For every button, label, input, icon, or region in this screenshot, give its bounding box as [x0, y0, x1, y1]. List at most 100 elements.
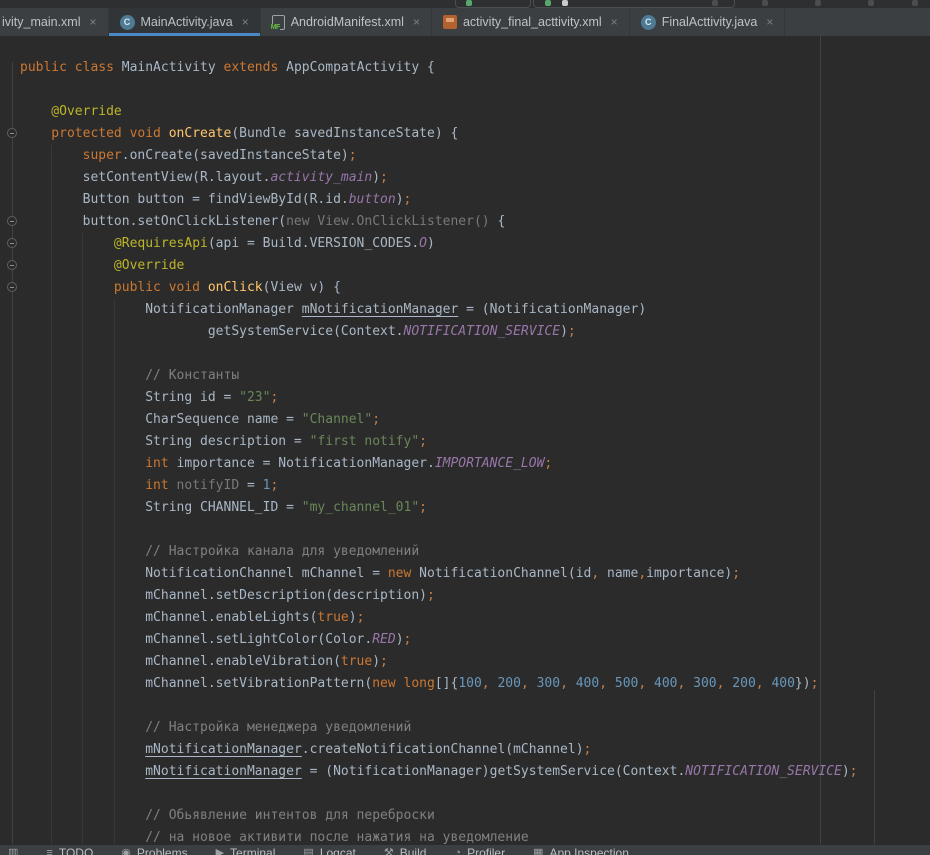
code-token-num: 400: [654, 676, 677, 691]
tab-close-icon[interactable]: ×: [611, 16, 618, 28]
tab-close-icon[interactable]: ×: [242, 16, 249, 28]
code-token-txt: name: [599, 566, 638, 581]
code-token-num: 200: [732, 676, 755, 691]
code-editor[interactable]: public class MainActivity extends AppCom…: [0, 36, 930, 844]
code-token-txt: getSystemService(Context.: [20, 324, 404, 339]
code-token-punc: ;: [419, 500, 427, 515]
tab-label: FinalActtivity.java: [662, 15, 758, 29]
tab-mainactivity-java[interactable]: CMainActivity.java×: [109, 8, 261, 36]
layout-xml-file-icon: [443, 15, 457, 29]
code-line: mChannel.setVibrationPattern(new long[]{…: [20, 673, 858, 695]
code-line: NotificationManager mNotificationManager…: [20, 299, 858, 321]
toolwindow-button-problems[interactable]: ◉Problems: [121, 847, 187, 855]
code-line: String description = "first notify";: [20, 431, 858, 453]
toolwindow-button-profiler[interactable]: ◔Profiler: [454, 847, 505, 855]
java-class-icon: C: [641, 15, 656, 30]
code-token-txt: ): [396, 192, 404, 207]
toolbar-button-icon[interactable]: [815, 0, 821, 6]
code-token-punc: ,: [482, 676, 498, 691]
debug-icon[interactable]: [545, 0, 551, 6]
tab-close-icon[interactable]: ×: [413, 16, 420, 28]
tab-activity-final-acttivity-xml[interactable]: activity_final_acttivity.xml ×: [432, 8, 630, 36]
code-line: @Override: [20, 255, 858, 277]
code-line: button.setOnClickListener(new View.OnCli…: [20, 211, 858, 233]
code-token-cmt: // Настройка менеджера уведомлений: [20, 720, 411, 735]
code-line: mChannel.enableLights(true);: [20, 607, 858, 629]
code-token-txt: CharSequence name =: [20, 412, 302, 427]
code-token-punc: ;: [372, 412, 380, 427]
code-token-cmt: // на новое активити после нажатия на ув…: [20, 830, 529, 844]
stop-icon[interactable]: [562, 0, 568, 6]
tab-finalacttivity-java[interactable]: C FinalActtivity.java ×: [630, 8, 786, 36]
code-line: public class MainActivity extends AppCom…: [20, 57, 858, 79]
toolbar-button-icon[interactable]: [912, 0, 918, 6]
code-token-txt: .createNotificationChannel(mChannel): [302, 742, 584, 757]
code-line: mNotificationManager = (NotificationMana…: [20, 761, 858, 783]
code-token-num: 100: [458, 676, 481, 691]
code-token-punc: ;: [584, 742, 592, 757]
tab-close-icon[interactable]: ×: [90, 16, 97, 28]
fold-marker-icon[interactable]: [7, 282, 17, 292]
code-token-fn: onCreate: [169, 126, 232, 141]
code-token-kw: new long: [372, 676, 435, 691]
tab-close-icon[interactable]: ×: [766, 16, 773, 28]
code-token-txt: MainActivity: [114, 60, 224, 75]
run-icon[interactable]: [466, 0, 472, 6]
code-token-txt: =: [239, 478, 262, 493]
code-token-str: "first notify": [310, 434, 420, 449]
toolwindow-button-logcat[interactable]: ▤Logcat: [303, 847, 355, 855]
code-token-kw: public class: [20, 60, 114, 75]
code-token-txt: .onCreate(savedInstanceState): [122, 148, 349, 163]
problems-icon: ◉: [121, 847, 131, 855]
code-lines: public class MainActivity extends AppCom…: [20, 57, 858, 844]
code-token-txt: []{: [435, 676, 458, 691]
code-line: setContentView(R.layout.activity_main);: [20, 167, 858, 189]
toolwindow-button-build[interactable]: ⚒Build: [384, 847, 427, 855]
code-token-kw: int: [20, 478, 169, 493]
code-token-txt: ): [560, 324, 568, 339]
toolwindow-button-app-inspection[interactable]: ▦App Inspection: [533, 847, 629, 855]
tool-windows-icon[interactable]: ▥: [8, 847, 18, 855]
code-token-num: 500: [615, 676, 638, 691]
code-token-txt: String CHANNEL_ID =: [20, 500, 302, 515]
toolbar-button-icon[interactable]: [868, 0, 874, 6]
toolbar-button-icon[interactable]: [712, 0, 718, 6]
code-token-punc: ;: [270, 390, 278, 405]
code-token-txt: ): [372, 170, 380, 185]
toolwindow-button-todo[interactable]: ≡TODO: [46, 847, 93, 855]
code-token-txt: [20, 764, 145, 779]
toolbar-button-icon[interactable]: [762, 0, 768, 6]
code-token-txt: setContentView(R.layout.: [20, 170, 270, 185]
code-token-str: "Channel": [302, 412, 372, 427]
fold-marker-icon[interactable]: [7, 216, 17, 226]
fold-marker-icon[interactable]: [7, 238, 17, 248]
code-line: NotificationChannel mChannel = new Notif…: [20, 563, 858, 585]
code-token-cmt: // Константы: [20, 368, 239, 383]
code-token-punc: ,: [591, 566, 599, 581]
code-line: [20, 783, 858, 805]
toolwindow-button-terminal[interactable]: ▶Terminal: [216, 847, 276, 855]
main-toolbar-strip: [0, 0, 930, 8]
code-token-field: NOTIFICATION_SERVICE: [404, 324, 561, 339]
code-token-punc: ,: [521, 676, 537, 691]
code-token-str: "23": [239, 390, 270, 405]
code-token-txt: (View v) {: [263, 280, 341, 295]
java-class-icon: C: [120, 15, 135, 30]
fold-marker-icon[interactable]: [7, 260, 17, 270]
tab-label: AndroidManifest.xml: [291, 15, 404, 29]
code-token-field: NOTIFICATION_SERVICE: [685, 764, 842, 779]
code-token-txt: ): [396, 632, 404, 647]
tab-ivity-main-xml[interactable]: ivity_main.xml×: [0, 8, 109, 36]
code-token-kw: int: [20, 456, 169, 471]
code-token-kw: super: [83, 148, 122, 163]
code-token-field: O: [419, 236, 427, 251]
code-line: // Константы: [20, 365, 858, 387]
fold-marker-icon[interactable]: [7, 128, 17, 138]
toolwindow-button-label: Terminal: [230, 847, 275, 855]
code-line: getSystemService(Context.NOTIFICATION_SE…: [20, 321, 858, 343]
tab-androidmanifest-xml[interactable]: MFAndroidManifest.xml×: [261, 8, 432, 36]
code-token-punc: ;: [380, 170, 388, 185]
code-token-u: mNotificationManager: [145, 742, 302, 757]
tab-label: activity_final_acttivity.xml: [463, 15, 602, 29]
code-token-txt: }): [795, 676, 811, 691]
